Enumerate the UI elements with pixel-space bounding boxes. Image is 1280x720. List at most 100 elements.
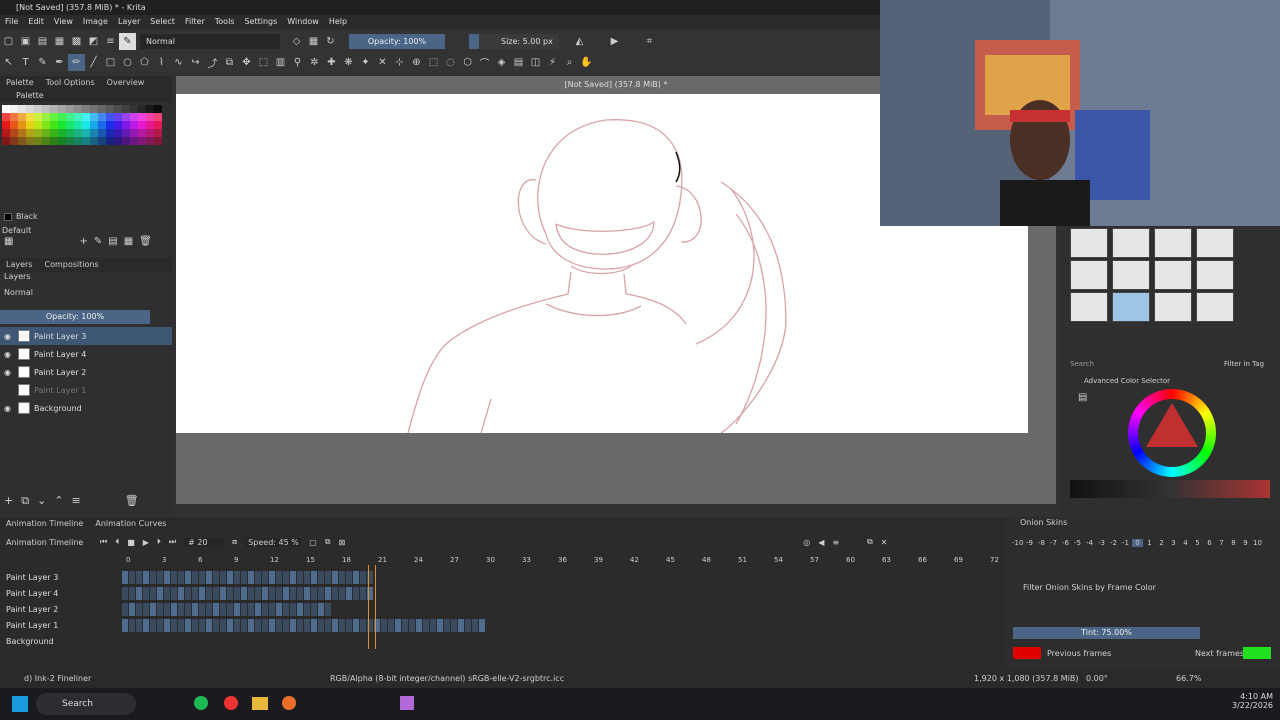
palette-swatch[interactable] — [2, 137, 10, 145]
taskbar-search[interactable]: Search — [36, 693, 136, 715]
palette-swatch[interactable] — [114, 137, 122, 145]
stop-icon[interactable]: ■ — [127, 538, 135, 547]
palette-swatch[interactable] — [154, 121, 162, 129]
reload-icon[interactable]: ↻ — [322, 33, 339, 50]
brush-search-input[interactable]: Search — [1070, 360, 1094, 368]
palette-swatch[interactable] — [18, 137, 26, 145]
palette-swatch[interactable] — [146, 129, 154, 137]
frame-cell[interactable] — [234, 602, 241, 616]
blend-mode-select[interactable]: Normal — [140, 33, 280, 49]
menu-tools[interactable]: Tools — [210, 15, 240, 29]
palette-grid-view-icon[interactable]: ▦ — [124, 236, 133, 247]
frame-cell[interactable] — [157, 570, 164, 584]
zoom-tool-icon[interactable]: ⌕ — [561, 54, 578, 71]
mirror-horizontal-icon[interactable]: ◭ — [571, 33, 588, 50]
onion-frame-number[interactable]: 7 — [1216, 539, 1227, 547]
palette-swatch[interactable] — [90, 137, 98, 145]
palette-swatch[interactable] — [90, 105, 98, 113]
frame-number-input[interactable]: # 20 — [184, 537, 225, 547]
palette-swatch[interactable] — [114, 105, 122, 113]
palette-swatch[interactable] — [26, 121, 34, 129]
palette-swatch[interactable] — [2, 105, 10, 113]
frame-cell[interactable] — [339, 618, 346, 632]
palette-swatch[interactable] — [154, 113, 162, 121]
contiguous-select-icon[interactable]: ◈ — [493, 54, 510, 71]
palette-swatch[interactable] — [138, 137, 146, 145]
tab-tool-options[interactable]: Tool Options — [40, 76, 101, 90]
palette-swatch[interactable] — [26, 129, 34, 137]
audio-icon[interactable]: ◀ — [818, 538, 824, 547]
palette-swatch[interactable] — [138, 113, 146, 121]
assistant-tool-icon[interactable]: ✕ — [374, 54, 391, 71]
frame-cell[interactable] — [164, 570, 171, 584]
colorize-mask-icon[interactable]: ✦ — [357, 54, 374, 71]
frame-cell[interactable] — [129, 586, 136, 600]
frame-cell[interactable] — [150, 570, 157, 584]
palette-swatch[interactable] — [34, 105, 42, 113]
palette-swatch[interactable] — [90, 129, 98, 137]
frame-cell[interactable] — [220, 618, 227, 632]
palette-swatch[interactable] — [42, 113, 50, 121]
pan-tool-icon[interactable]: ✋ — [578, 54, 595, 71]
ellipse-tool-icon[interactable]: ○ — [119, 54, 136, 71]
palette-swatch[interactable] — [98, 121, 106, 129]
brush-preset-6[interactable] — [1112, 260, 1150, 290]
palette-swatch[interactable] — [82, 113, 90, 121]
prev-frame-icon[interactable]: ⏴ — [115, 537, 119, 547]
frame-cell[interactable] — [283, 570, 290, 584]
frame-cell[interactable] — [178, 618, 185, 632]
eraser-icon[interactable]: ◇ — [288, 33, 305, 50]
palette-swatch[interactable] — [146, 113, 154, 121]
palette-swatch[interactable] — [50, 121, 58, 129]
menu-help[interactable]: Help — [324, 15, 352, 29]
status-zoom[interactable]: 66.7% — [1176, 670, 1201, 688]
frame-cell[interactable] — [122, 602, 129, 616]
frame-cell[interactable] — [227, 570, 234, 584]
onion-frame-number[interactable]: -7 — [1048, 539, 1059, 547]
frame-cell[interactable] — [234, 570, 241, 584]
frame-cell[interactable] — [136, 618, 143, 632]
next-frame-icon[interactable]: ⏵ — [157, 537, 161, 547]
palette-swatch[interactable] — [146, 137, 154, 145]
frame-cell[interactable] — [164, 618, 171, 632]
onion-frame-number[interactable]: 2 — [1156, 539, 1167, 547]
palette-swatch[interactable] — [130, 105, 138, 113]
palette-swatch[interactable] — [18, 121, 26, 129]
layer-name[interactable]: Paint Layer 4 — [34, 350, 86, 359]
palette-swatch[interactable] — [114, 129, 122, 137]
gradient-icon[interactable]: ▦ — [51, 33, 68, 50]
frame-cell[interactable] — [220, 586, 227, 600]
frame-cell[interactable] — [192, 618, 199, 632]
onion-frame-number[interactable]: -3 — [1096, 539, 1107, 547]
frame-cell[interactable] — [262, 618, 269, 632]
opacity-slider[interactable]: Opacity: 100% — [349, 33, 445, 49]
frame-cell[interactable] — [381, 618, 388, 632]
brush-preset-11[interactable] — [1154, 292, 1192, 322]
color-history-strip[interactable] — [1070, 480, 1270, 498]
onion-frame-number[interactable]: -8 — [1036, 539, 1047, 547]
palette-swatch[interactable] — [98, 137, 106, 145]
onion-frame-number[interactable]: 6 — [1204, 539, 1215, 547]
palette-swatch[interactable] — [106, 137, 114, 145]
layer-opacity-slider[interactable]: Opacity: 100% — [0, 310, 150, 324]
timeline-row[interactable]: Paint Layer 4 — [0, 585, 1000, 601]
palette-swatch[interactable] — [26, 113, 34, 121]
frame-cell[interactable] — [325, 586, 332, 600]
frame-cell[interactable] — [255, 618, 262, 632]
frame-cell[interactable] — [150, 602, 157, 616]
text-tool-icon[interactable]: T — [17, 54, 34, 71]
palette-swatch[interactable] — [138, 121, 146, 129]
frame-cell[interactable] — [339, 586, 346, 600]
color-selector-settings-icon[interactable]: ▤ — [1078, 392, 1087, 403]
mirror-vertical-icon[interactable]: ▶ — [606, 33, 623, 50]
frame-cell[interactable] — [451, 618, 458, 632]
duplicate-layer-icon[interactable]: ⧉ — [21, 494, 29, 508]
calligraphy-icon[interactable]: ✒ — [51, 54, 68, 71]
frame-cell[interactable] — [227, 618, 234, 632]
palette-swatch[interactable] — [2, 129, 10, 137]
onion-frame-number[interactable]: 8 — [1228, 539, 1239, 547]
frame-cell[interactable] — [178, 602, 185, 616]
speed-input[interactable]: Speed: 45 % — [245, 537, 302, 547]
palette-swatch[interactable] — [122, 129, 130, 137]
brush-preset-icon[interactable]: ✎ — [119, 32, 136, 50]
